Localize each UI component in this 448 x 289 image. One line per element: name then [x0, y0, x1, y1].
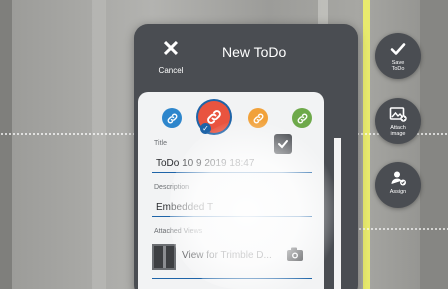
color-swatch-green[interactable] [292, 108, 312, 128]
title-underline [152, 172, 312, 173]
assign-label: Assign [389, 189, 407, 195]
description-underline [152, 216, 312, 217]
assign-user-icon [391, 171, 406, 186]
todo-form-card: ✓ Title ToDo 10 9 2019 18:47 Description… [138, 92, 324, 289]
link-icon [167, 113, 177, 123]
attached-views-label: Attached Views [154, 228, 203, 235]
view-underline [152, 278, 312, 279]
link-icon [253, 113, 263, 123]
clipboard-check-icon[interactable] [274, 134, 292, 154]
close-icon: ✕ [161, 36, 181, 61]
description-field[interactable]: Embedded T [156, 202, 306, 213]
color-swatch-red[interactable]: ✓ [198, 101, 230, 134]
bg-right-wall [420, 0, 448, 289]
image-add-icon [389, 107, 407, 122]
save-todo-button[interactable]: Save ToDo [375, 33, 421, 79]
cancel-label: Cancel [158, 66, 184, 75]
color-swatch-blue[interactable] [162, 108, 182, 128]
attached-view-item[interactable]: View for Trimble D... [152, 242, 310, 272]
save-todo-label-2: ToDo [391, 66, 405, 72]
bg-wall-edge [0, 0, 12, 289]
attach-image-label-2: image [390, 131, 406, 137]
attached-view-name: View for Trimble D... [182, 250, 272, 261]
assign-button[interactable]: Assign [375, 162, 421, 208]
view-thumbnail [152, 244, 176, 270]
cancel-button[interactable]: ✕ Cancel [156, 36, 186, 76]
attach-image-button[interactable]: Attach image [375, 98, 421, 144]
bg-white-pole [334, 138, 341, 289]
bg-glass-reflection [92, 0, 106, 289]
title-label: Title [154, 140, 167, 147]
bg-yellow-pole [363, 0, 370, 289]
page-title: New ToDo [222, 44, 287, 60]
check-icon [390, 43, 406, 55]
title-field[interactable]: ToDo 10 9 2019 18:47 [156, 158, 306, 169]
camera-icon[interactable] [286, 246, 304, 262]
color-swatch-orange[interactable] [248, 108, 268, 128]
color-picker: ✓ [156, 101, 316, 134]
selected-check-icon: ✓ [200, 123, 211, 134]
description-label: Description [154, 184, 190, 191]
link-icon [297, 113, 307, 123]
